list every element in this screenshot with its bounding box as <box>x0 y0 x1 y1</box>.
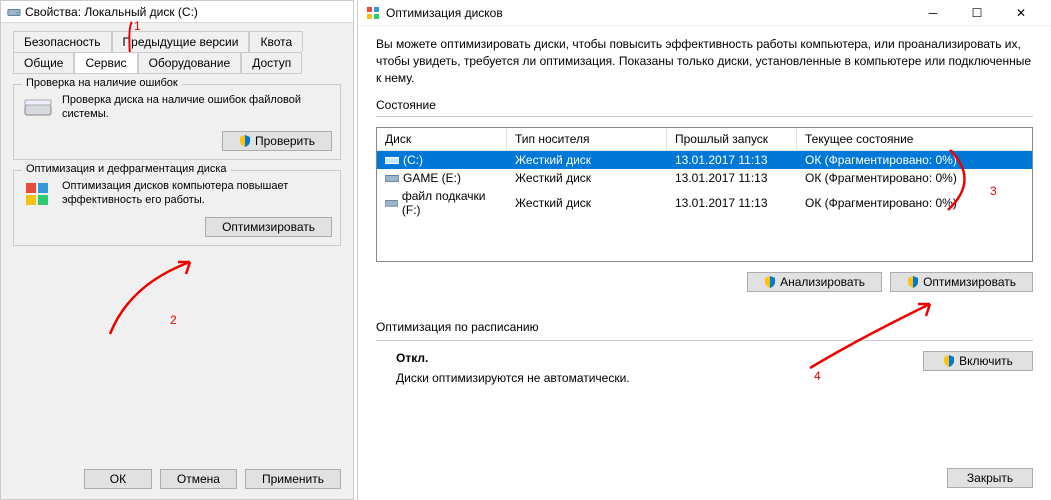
error-check-title: Проверка на наличие ошибок <box>22 77 182 89</box>
close-window-button[interactable]: Закрыть <box>947 468 1033 488</box>
drive-check-icon <box>22 93 54 125</box>
optimize-drives-window: Оптимизация дисков ─ ☐ ✕ Вы можете оптим… <box>357 0 1051 500</box>
shield-icon <box>943 355 955 367</box>
close-button[interactable]: ✕ <box>999 0 1043 26</box>
table-row[interactable]: (C:) Жесткий диск13.01.2017 11:13ОК (Фраг… <box>377 151 1032 169</box>
tab-previous-versions[interactable]: Предыдущие версии <box>112 31 250 52</box>
tab-quota[interactable]: Квота <box>249 31 303 52</box>
tab-general[interactable]: Общие <box>13 52 74 74</box>
shield-icon <box>907 276 919 288</box>
window-title-left: Свойства: Локальный диск (C:) <box>25 5 198 19</box>
optimize-button-left-label: Оптимизировать <box>222 220 315 234</box>
drive-icon <box>7 5 21 19</box>
optimize-button-right[interactable]: Оптимизировать <box>890 272 1033 292</box>
defrag-app-icon <box>366 6 380 20</box>
error-check-group: Проверка на наличие ошибок Проверка диск… <box>13 84 341 160</box>
schedule-off: Откл. <box>396 351 923 365</box>
col-disk[interactable]: Диск <box>377 128 507 150</box>
check-button[interactable]: Проверить <box>222 131 332 151</box>
optimize-group-title: Оптимизация и дефрагментация диска <box>22 163 231 175</box>
error-check-text: Проверка диска на наличие ошибок файлово… <box>62 93 332 122</box>
divider <box>376 340 1033 341</box>
titlebar-left: Свойства: Локальный диск (C:) <box>1 1 353 23</box>
list-body: (C:)Жесткий диск13.01.2017 11:13ОК (Фраг… <box>377 151 1032 261</box>
media-type: Жесткий диск <box>507 169 667 187</box>
table-row[interactable]: файл подкачки (F:) Жесткий диск13.01.2017… <box>377 187 1032 219</box>
apply-button[interactable]: Применить <box>245 469 341 489</box>
schedule-row: Откл. Диски оптимизируются не автоматиче… <box>376 351 1033 385</box>
cancel-button[interactable]: Отмена <box>160 469 237 489</box>
maximize-button[interactable]: ☐ <box>955 0 999 26</box>
description-text: Вы можете оптимизировать диски, чтобы по… <box>376 36 1033 86</box>
tab-security[interactable]: Безопасность <box>13 31 112 52</box>
shield-icon <box>764 276 776 288</box>
minimize-button[interactable]: ─ <box>911 0 955 26</box>
current-state: ОК (Фрагментировано: 0%) <box>797 151 1032 169</box>
tabs-top-row: Безопасность Предыдущие версии Квота <box>1 23 353 52</box>
optimize-group: Оптимизация и дефрагментация диска Оптим… <box>13 170 341 246</box>
analyze-button[interactable]: Анализировать <box>747 272 882 292</box>
schedule-text: Диски оптимизируются не автоматически. <box>396 371 923 385</box>
tab-service[interactable]: Сервис <box>74 52 137 74</box>
optimize-button-right-label: Оптимизировать <box>923 275 1016 289</box>
optimize-button-left[interactable]: Оптимизировать <box>205 217 332 237</box>
drive-name: (C:) <box>403 153 423 167</box>
drive-icon <box>385 172 399 184</box>
window-title-right: Оптимизация дисков <box>386 6 911 20</box>
properties-window: Свойства: Локальный диск (C:) Безопаснос… <box>0 0 354 500</box>
ok-button[interactable]: ОК <box>84 469 152 489</box>
drive-name: файл подкачки (F:) <box>402 189 499 217</box>
tab-hardware[interactable]: Оборудование <box>138 52 242 74</box>
divider <box>376 116 1033 117</box>
col-current-state[interactable]: Текущее состояние <box>797 128 1032 150</box>
defrag-icon <box>22 179 54 211</box>
optimize-group-text: Оптимизация дисков компьютера повышает э… <box>62 179 332 208</box>
footer-buttons: ОК Отмена Применить <box>84 469 341 489</box>
drive-icon <box>385 197 398 209</box>
last-run: 13.01.2017 11:13 <box>667 169 797 187</box>
list-header: Диск Тип носителя Прошлый запуск Текущее… <box>377 128 1032 151</box>
col-last-run[interactable]: Прошлый запуск <box>667 128 797 150</box>
tab-sharing[interactable]: Доступ <box>241 52 302 74</box>
shield-icon <box>239 135 251 147</box>
last-run: 13.01.2017 11:13 <box>667 194 797 212</box>
media-type: Жесткий диск <box>507 194 667 212</box>
schedule-label: Оптимизация по расписанию <box>376 320 1033 334</box>
last-run: 13.01.2017 11:13 <box>667 151 797 169</box>
drive-icon <box>385 154 399 166</box>
enable-schedule-label: Включить <box>959 354 1013 368</box>
tabs-bottom-row: Общие Сервис Оборудование Доступ <box>1 52 353 74</box>
check-button-label: Проверить <box>255 134 315 148</box>
action-buttons: Анализировать Оптимизировать <box>376 272 1033 292</box>
state-label: Состояние <box>376 98 1033 112</box>
drive-name: GAME (E:) <box>403 171 461 185</box>
col-media-type[interactable]: Тип носителя <box>507 128 667 150</box>
drives-list: Диск Тип носителя Прошлый запуск Текущее… <box>376 127 1033 262</box>
current-state: ОК (Фрагментировано: 0%) <box>797 194 1032 212</box>
media-type: Жесткий диск <box>507 151 667 169</box>
table-row[interactable]: GAME (E:) Жесткий диск13.01.2017 11:13ОК … <box>377 169 1032 187</box>
enable-schedule-button[interactable]: Включить <box>923 351 1033 371</box>
analyze-button-label: Анализировать <box>780 275 865 289</box>
titlebar-right: Оптимизация дисков ─ ☐ ✕ <box>358 0 1051 26</box>
current-state: ОК (Фрагментировано: 0%) <box>797 169 1032 187</box>
